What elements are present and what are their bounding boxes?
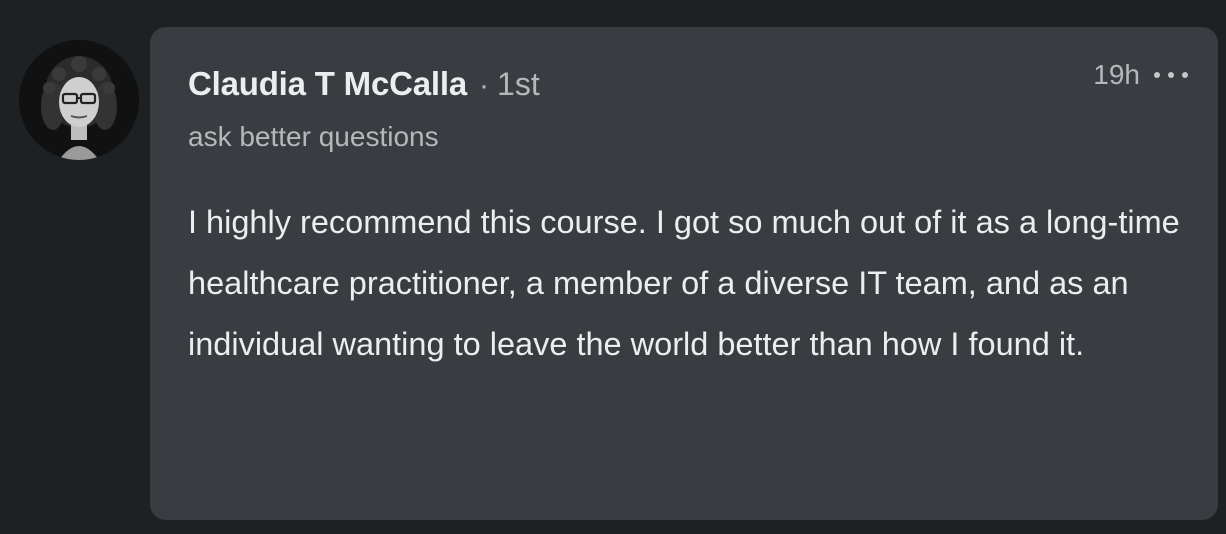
more-horizontal-icon[interactable] xyxy=(1154,60,1188,90)
dot xyxy=(1182,72,1188,78)
comment-text: I highly recommend this course. I got so… xyxy=(188,204,1180,362)
dot xyxy=(1154,72,1160,78)
connection-degree: 1st xyxy=(497,66,540,102)
author-name[interactable]: Claudia T McCalla xyxy=(188,65,467,103)
comment-header: Claudia T McCalla · 1st xyxy=(188,65,540,103)
separator-dot: · xyxy=(479,69,490,102)
comment-item: Claudia T McCalla · 1st ask better quest… xyxy=(0,0,1226,534)
avatar[interactable] xyxy=(19,40,139,160)
author-headline: ask better questions xyxy=(188,121,439,152)
comment-meta: 19h xyxy=(1093,59,1188,91)
profile-photo xyxy=(19,40,139,160)
timestamp: 19h xyxy=(1093,59,1140,90)
comment-bubble: Claudia T McCalla · 1st ask better quest… xyxy=(150,27,1218,520)
dot xyxy=(1168,72,1174,78)
